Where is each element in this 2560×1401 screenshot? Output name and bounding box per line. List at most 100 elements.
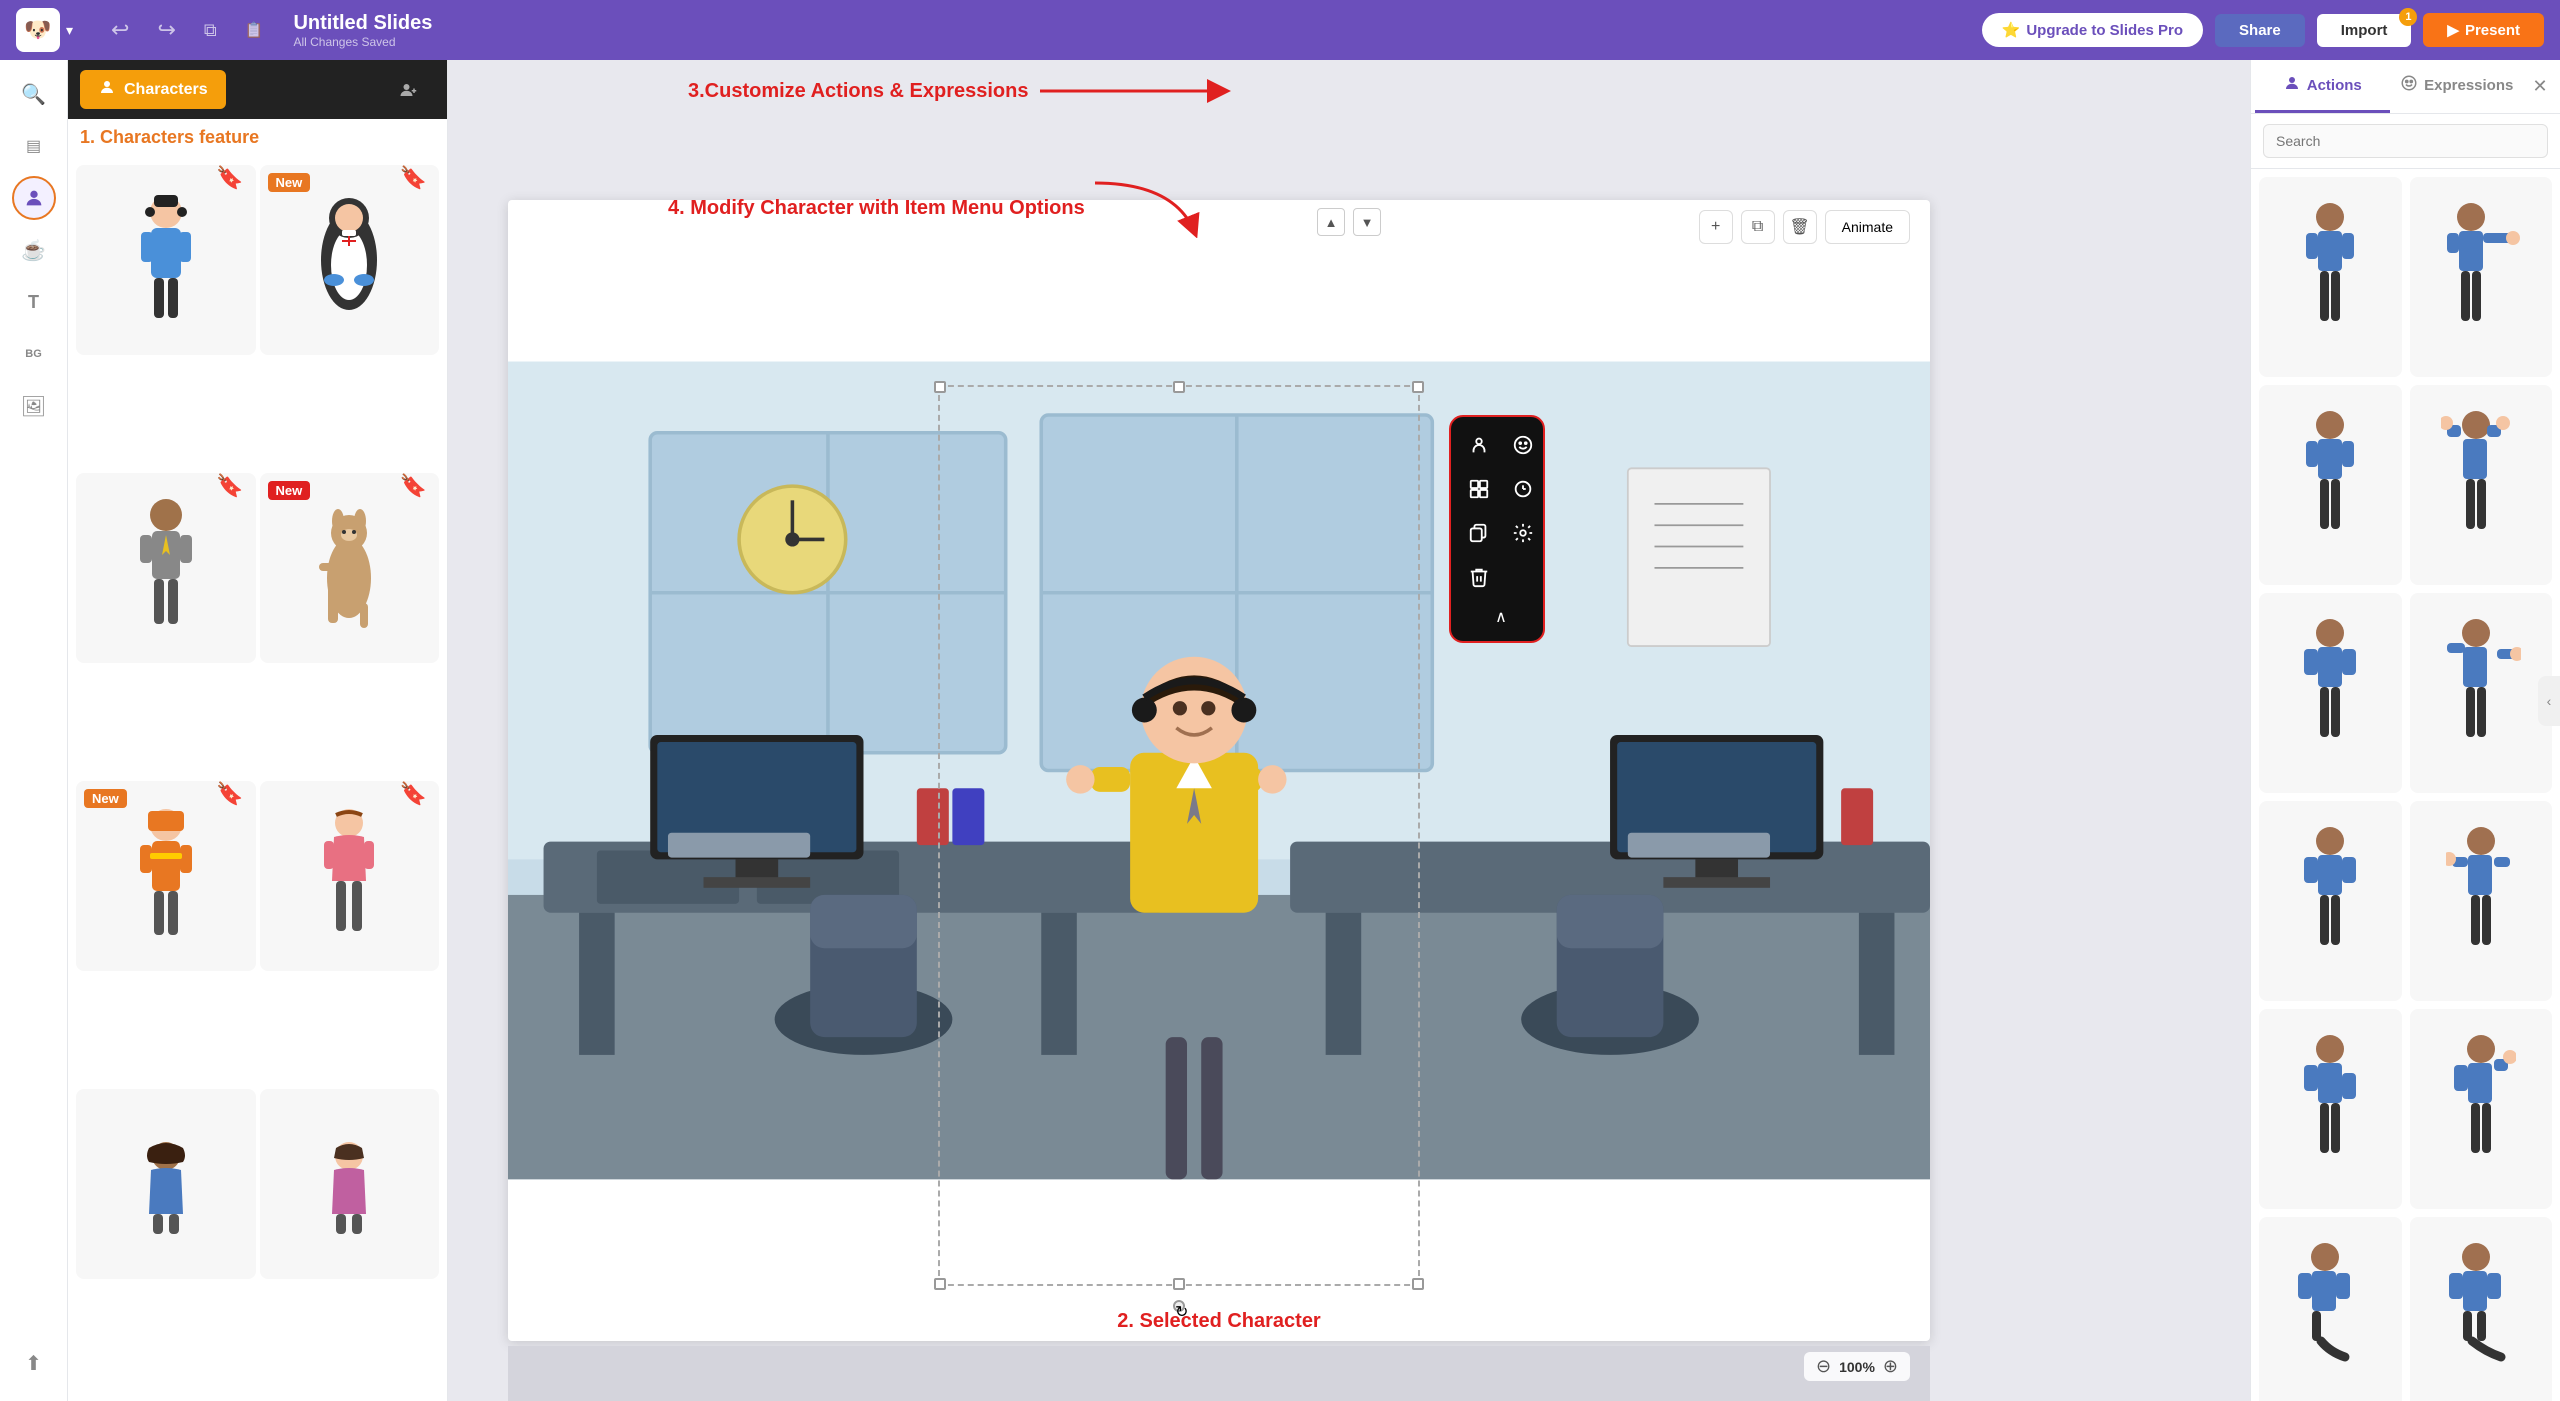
character-pose-figure	[2441, 613, 2521, 773]
list-item[interactable]: 🔖	[76, 473, 256, 663]
context-menu-actions-button[interactable]	[1461, 427, 1497, 463]
list-item[interactable]	[2410, 385, 2553, 585]
list-item[interactable]	[260, 1089, 440, 1279]
office-scene-background	[508, 200, 1930, 1341]
annotation-4-label: 4. Modify Character with Item Menu Optio…	[668, 197, 1085, 220]
list-item[interactable]	[2259, 801, 2402, 1001]
context-menu-layers-button[interactable]	[1505, 471, 1541, 507]
list-item[interactable]	[2259, 593, 2402, 793]
bookmark-icon: 🔖	[400, 473, 427, 499]
list-item[interactable]	[2410, 177, 2553, 377]
character-figure	[131, 1134, 201, 1234]
new-badge: New	[268, 173, 311, 192]
undo-button[interactable]: ↩	[103, 13, 137, 47]
sidebar-icons: 🔍 ▤ ☕ T BG 🖼 ⬆	[0, 60, 68, 1401]
annotation-1-text: 1. Characters feature	[80, 127, 259, 147]
context-menu-delete-button[interactable]	[1461, 559, 1497, 595]
new-badge: New	[268, 481, 311, 500]
context-menu-layout-button[interactable]	[1461, 471, 1497, 507]
right-panel-search-input[interactable]	[2263, 124, 2548, 158]
character-pose-figure	[2446, 821, 2516, 981]
characters-feature-label: 1. Characters feature	[68, 119, 447, 157]
animate-button[interactable]: Animate	[1825, 210, 1910, 244]
expressions-tab-icon	[2400, 74, 2418, 96]
topbar: 🐶 ▾ ↩ ↪ ⧉ 📋 Untitled Slides All Changes …	[0, 0, 2560, 60]
sidebar-item-slides[interactable]: ▤	[12, 124, 56, 168]
app-logo[interactable]: 🐶	[16, 8, 60, 52]
import-notification-badge: 1	[2399, 8, 2417, 26]
character-figure	[126, 190, 206, 330]
list-item[interactable]	[2410, 1009, 2553, 1209]
characters-tab-button[interactable]: Characters	[80, 70, 226, 109]
present-button[interactable]: ▶ Present	[2423, 13, 2544, 47]
document-title[interactable]: Untitled Slides	[293, 12, 1981, 35]
upgrade-star-icon: ⭐	[2002, 21, 2021, 39]
bookmark-icon: 🔖	[216, 473, 243, 499]
list-item[interactable]: New 🔖	[260, 473, 440, 663]
paste-button[interactable]: 📋	[237, 17, 272, 43]
sidebar-item-text[interactable]: T	[12, 280, 56, 324]
characters-grid: 🔖 New 🔖	[68, 157, 447, 1401]
tab-expressions[interactable]: Expressions	[2390, 60, 2525, 113]
character-figure	[126, 801, 206, 951]
list-item[interactable]	[2410, 593, 2553, 793]
list-item[interactable]: New 🔖	[260, 165, 440, 355]
copy-button[interactable]: ⧉	[196, 16, 225, 45]
character-pose-figure	[2300, 405, 2360, 565]
zoom-in-button[interactable]: ⊕	[1883, 1356, 1898, 1377]
right-panel-close-button[interactable]: ✕	[2524, 71, 2556, 103]
sidebar-item-props[interactable]: ☕	[12, 228, 56, 272]
character-figure	[314, 1134, 384, 1234]
character-pose-figure	[2300, 1029, 2360, 1189]
slide-nav-down[interactable]: ▼	[1353, 208, 1381, 236]
annotation-2-label: 2. Selected Character	[1117, 1310, 1320, 1333]
redo-button[interactable]: ↪	[149, 13, 183, 47]
sidebar-item-characters[interactable]	[12, 176, 56, 220]
list-item[interactable]	[2259, 1217, 2402, 1401]
actions-tab-label: Actions	[2307, 77, 2362, 94]
character-figure	[126, 493, 206, 643]
right-panel-header: Actions Expressions ✕	[2251, 60, 2560, 114]
sidebar-item-upload[interactable]: ⬆	[12, 1341, 56, 1385]
slide-canvas[interactable]: ↻	[508, 200, 1930, 1341]
share-button[interactable]: Share	[2215, 14, 2305, 47]
import-button[interactable]: Import 1	[2317, 14, 2412, 47]
right-panel-characters-grid	[2251, 169, 2560, 1401]
close-icon: ✕	[2532, 76, 2547, 97]
character-pose-figure	[2300, 613, 2360, 773]
list-item[interactable]	[76, 1089, 256, 1279]
character-figure	[314, 801, 384, 951]
list-item[interactable]	[2410, 801, 2553, 1001]
tab-actions[interactable]: Actions	[2255, 60, 2390, 113]
present-label: Present	[2465, 22, 2520, 39]
context-menu-copy-button[interactable]	[1461, 515, 1497, 551]
slide-navigation-controls: ▲ ▼	[1317, 208, 1381, 236]
context-menu-expressions-button[interactable]	[1505, 427, 1541, 463]
list-item[interactable]	[2259, 177, 2402, 377]
character-pose-figure	[2441, 1237, 2521, 1397]
add-item-button[interactable]: +	[1699, 210, 1733, 244]
delete-item-button[interactable]: 🗑	[1783, 210, 1817, 244]
slide-item-controls: + ⧉ 🗑 Animate	[1699, 210, 1910, 244]
duplicate-item-button[interactable]: ⧉	[1741, 210, 1775, 244]
upgrade-button[interactable]: ⭐ Upgrade to Slides Pro	[1982, 13, 2203, 47]
context-menu-settings-button[interactable]	[1505, 515, 1541, 551]
list-item[interactable]: 🔖	[260, 781, 440, 971]
context-menu-expand-button[interactable]: ∧	[1461, 603, 1541, 631]
new-badge: New	[84, 789, 127, 808]
sidebar-item-images[interactable]: 🖼	[12, 384, 56, 428]
list-item[interactable]: 🔖	[76, 165, 256, 355]
slide-thumbnail-strip	[508, 1346, 1930, 1401]
add-character-tab-button[interactable]	[381, 73, 435, 107]
list-item[interactable]	[2410, 1217, 2553, 1401]
sidebar-item-search[interactable]: 🔍	[12, 72, 56, 116]
annotation-4-container: 4. Modify Character with Item Menu Optio…	[668, 178, 1215, 238]
zoom-out-button[interactable]: ⊖	[1816, 1356, 1831, 1377]
list-item[interactable]: New 🔖	[76, 781, 256, 971]
list-item[interactable]	[2259, 1009, 2402, 1209]
list-item[interactable]	[2259, 385, 2402, 585]
slide-nav-up[interactable]: ▲	[1317, 208, 1345, 236]
annotation-4-arrow-icon	[1095, 178, 1215, 238]
sidebar-item-background[interactable]: BG	[12, 332, 56, 376]
logo-dropdown[interactable]: ▾	[66, 22, 73, 39]
